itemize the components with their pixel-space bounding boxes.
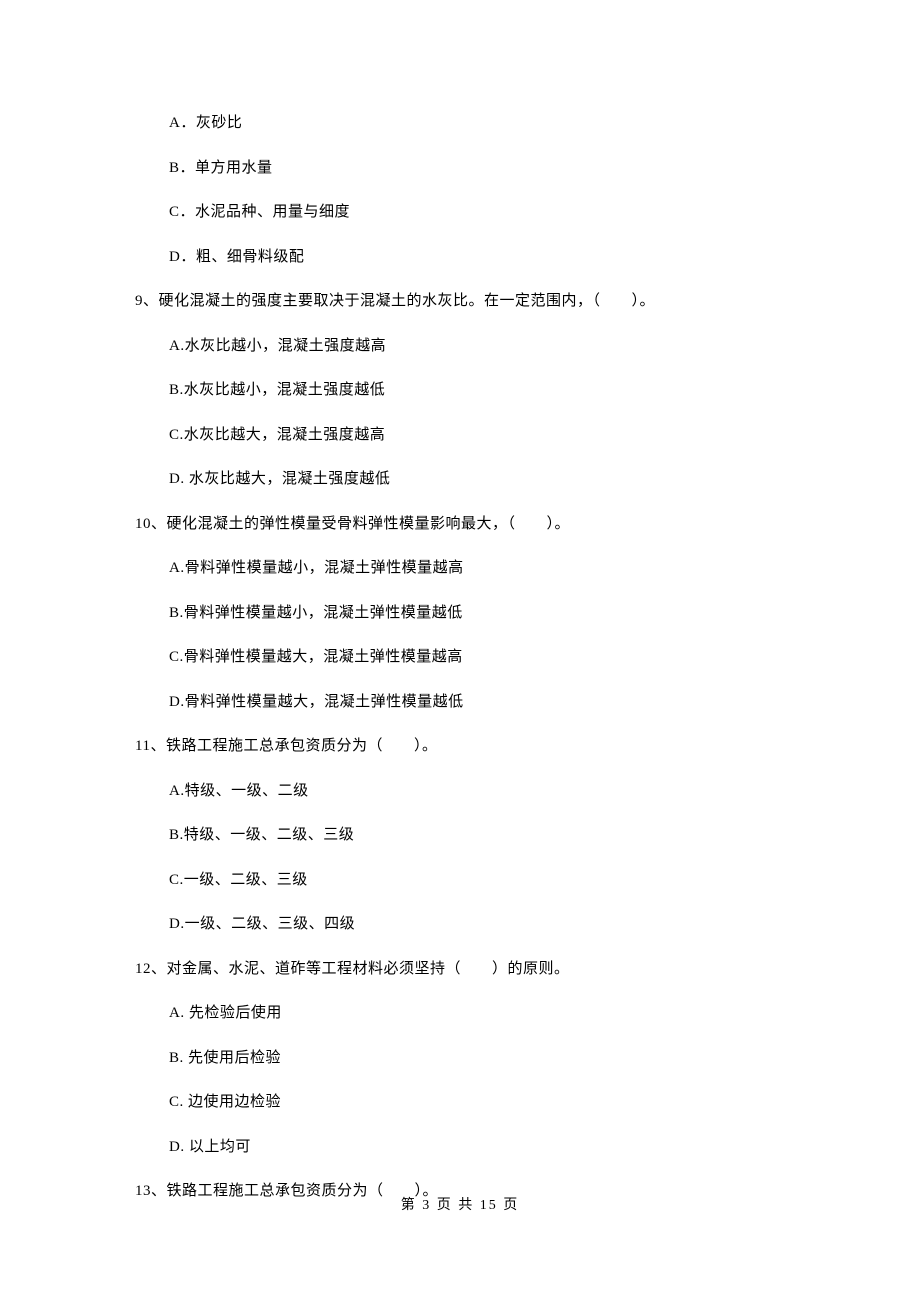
q10-text: 10、硬化混凝土的弹性模量受骨料弹性模量影响最大，（ ）。	[135, 513, 785, 536]
q12-option-c: C. 边使用边检验	[169, 1091, 785, 1114]
q11-text: 11、铁路工程施工总承包资质分为（ ）。	[135, 735, 785, 758]
q8-option-d: D．粗、细骨料级配	[169, 246, 785, 269]
document-body: A．灰砂比 B．单方用水量 C．水泥品种、用量与细度 D．粗、细骨料级配 9、硬…	[0, 0, 920, 1203]
q10-option-a: A.骨料弹性模量越小，混凝土弹性模量越高	[169, 557, 785, 580]
q10-option-d: D.骨料弹性模量越大，混凝土弹性模量越低	[169, 691, 785, 714]
q12-option-a: A. 先检验后使用	[169, 1002, 785, 1025]
q8-option-c: C．水泥品种、用量与细度	[169, 201, 785, 224]
q11-option-c: C.一级、二级、三级	[169, 869, 785, 892]
page-footer: 第 3 页 共 15 页	[0, 1194, 920, 1214]
q8-option-a: A．灰砂比	[169, 112, 785, 135]
q11-option-a: A.特级、一级、二级	[169, 780, 785, 803]
q9-option-c: C.水灰比越大，混凝土强度越高	[169, 424, 785, 447]
q10-option-b: B.骨料弹性模量越小，混凝土弹性模量越低	[169, 602, 785, 625]
q11-option-d: D.一级、二级、三级、四级	[169, 913, 785, 936]
q9-option-a: A.水灰比越小，混凝土强度越高	[169, 335, 785, 358]
q9-option-d: D. 水灰比越大，混凝土强度越低	[169, 468, 785, 491]
q12-option-d: D. 以上均可	[169, 1136, 785, 1159]
q10-option-c: C.骨料弹性模量越大，混凝土弹性模量越高	[169, 646, 785, 669]
q9-text: 9、硬化混凝土的强度主要取决于混凝土的水灰比。在一定范围内，（ ）。	[135, 290, 785, 313]
q12-option-b: B. 先使用后检验	[169, 1047, 785, 1070]
q12-text: 12、对金属、水泥、道砟等工程材料必须坚持（ ）的原则。	[135, 958, 785, 981]
q11-option-b: B.特级、一级、二级、三级	[169, 824, 785, 847]
q9-option-b: B.水灰比越小，混凝土强度越低	[169, 379, 785, 402]
q8-option-b: B．单方用水量	[169, 157, 785, 180]
